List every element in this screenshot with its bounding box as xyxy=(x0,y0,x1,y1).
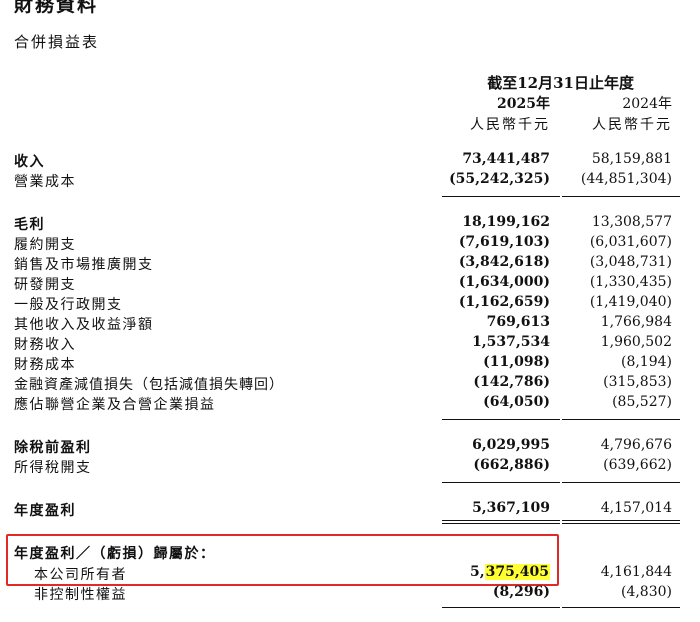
value-2024: 1,766,984 xyxy=(600,314,672,330)
double-rule xyxy=(562,523,680,524)
value-2025: 1,537,534 xyxy=(472,334,550,350)
row-label: 收入 xyxy=(14,154,45,170)
value-2025: (55,242,325) xyxy=(449,171,550,187)
value-2024: (4,830) xyxy=(620,584,672,600)
value-2024: (6,031,607) xyxy=(589,234,672,250)
rule xyxy=(562,419,680,420)
double-rule xyxy=(562,520,680,521)
rule xyxy=(442,607,560,608)
value-2025: (64,050) xyxy=(483,394,550,410)
value-2025: (1,162,659) xyxy=(458,294,550,310)
row-label: 營業成本 xyxy=(14,174,76,190)
value-2025: 769,613 xyxy=(486,314,550,330)
statement-title: 合併損益表 xyxy=(14,33,100,51)
value-2025: 6,029,995 xyxy=(472,437,550,453)
value-2024: 13,308,577 xyxy=(591,214,672,230)
value-2024: (639,662) xyxy=(603,457,672,473)
unit-2024-header: 人民幣千元 xyxy=(592,117,672,133)
row-label: 一般及行政開支 xyxy=(14,297,123,313)
value-2024: (44,851,304) xyxy=(580,171,672,187)
rule xyxy=(442,419,560,420)
section-title: 財務資料 xyxy=(14,0,99,16)
value-2025: 5,367,109 xyxy=(472,500,550,516)
rule xyxy=(442,196,560,197)
row-label: 財務成本 xyxy=(14,357,76,373)
rule xyxy=(442,482,560,483)
row-label: 履約開支 xyxy=(14,237,76,253)
unit-2025-header: 人民幣千元 xyxy=(470,117,550,133)
row-label: 所得稅開支 xyxy=(14,460,92,476)
double-rule xyxy=(442,523,560,524)
value-2025: (142,786) xyxy=(473,374,550,390)
value-2025: (662,886) xyxy=(473,457,550,473)
value-2025: (11,098) xyxy=(483,354,550,370)
value-2024: 4,161,844 xyxy=(600,564,672,580)
year-2025-header: 2025年 xyxy=(497,96,550,112)
value-2025: (1,634,000) xyxy=(458,274,550,290)
value-2024: 4,157,014 xyxy=(600,500,672,516)
value-2025: 5,375,405 xyxy=(430,564,550,580)
value-2024: (1,330,435) xyxy=(589,274,672,290)
row-label: 毛利 xyxy=(14,217,45,233)
value-2025: 73,441,487 xyxy=(462,151,550,167)
double-rule xyxy=(442,520,560,521)
period-header: 截至12月31日止年度 xyxy=(487,74,634,92)
row-label: 年度盈利 xyxy=(14,503,76,519)
value-2025: (8,296) xyxy=(492,584,550,600)
rule xyxy=(562,607,680,608)
row-label: 銷售及市場推廣開支 xyxy=(14,257,154,273)
value-2025: (3,842,618) xyxy=(458,254,550,270)
value-2024: (85,527) xyxy=(612,394,672,410)
value-2024: (8,194) xyxy=(620,354,672,370)
row-label: 金融資產減值損失（包括減值損失轉回） xyxy=(14,377,284,393)
value-2025: 18,199,162 xyxy=(462,214,550,230)
value-2024: (3,048,731) xyxy=(589,254,672,270)
row-label: 財務收入 xyxy=(14,337,76,353)
row-label: 本公司所有者 xyxy=(34,567,127,583)
year-2024-header: 2024年 xyxy=(622,96,672,112)
value-prefix: 5, xyxy=(470,564,485,580)
rule xyxy=(562,196,680,197)
row-label: 非控制性權益 xyxy=(34,587,127,603)
value-2025: (7,619,103) xyxy=(458,234,550,250)
row-label: 應佔聯營企業及合營企業損益 xyxy=(14,397,216,413)
value-2024: 58,159,881 xyxy=(591,151,672,167)
value-2024: (315,853) xyxy=(603,374,672,390)
rule xyxy=(562,482,680,483)
value-2024: 1,960,502 xyxy=(600,334,672,350)
value-2024: 4,796,676 xyxy=(600,437,672,453)
row-label: 其他收入及收益淨額 xyxy=(14,317,154,333)
value-2024: (1,419,040) xyxy=(589,294,672,310)
highlighted-value: 375,405 xyxy=(484,564,550,580)
row-label: 年度盈利／（虧損）歸屬於： xyxy=(14,546,216,562)
row-label: 除稅前盈利 xyxy=(14,440,92,456)
row-label: 研發開支 xyxy=(14,277,76,293)
